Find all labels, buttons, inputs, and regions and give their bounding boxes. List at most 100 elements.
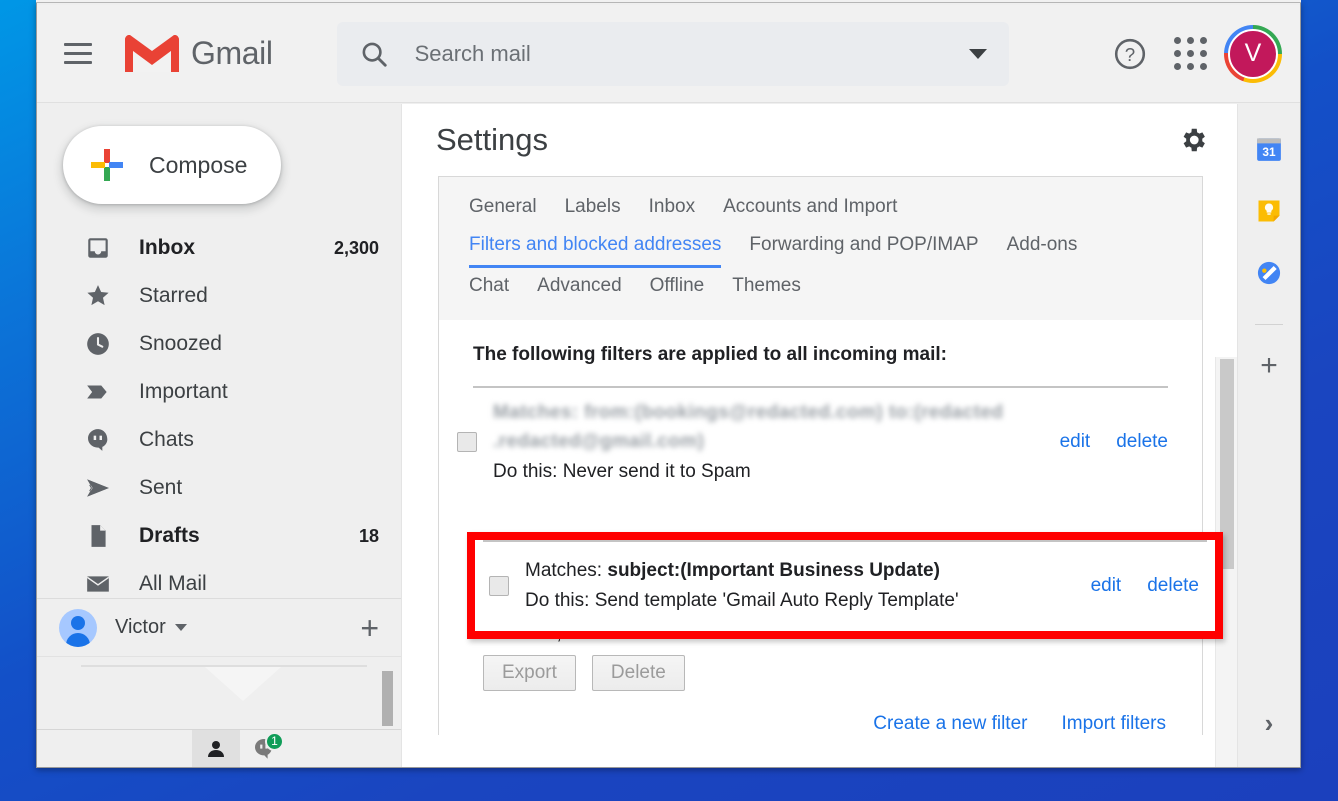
gmail-m-icon <box>125 34 179 72</box>
export-button[interactable]: Export <box>483 655 576 692</box>
tab-filters-and-blocked-addresses[interactable]: Filters and blocked addresses <box>469 227 722 268</box>
add-side-panel-app-button[interactable]: + <box>1260 351 1278 381</box>
hangouts-bar-spacer <box>37 730 192 768</box>
edit-filter-link[interactable]: edit <box>1060 431 1091 453</box>
settings-tab-row-1: General Labels Inbox Accounts and Import <box>469 189 1172 227</box>
delete-filter-link[interactable]: delete <box>1116 431 1168 453</box>
account-row[interactable]: Victor + <box>37 598 401 656</box>
sidebar-item-count: 18 <box>358 525 379 546</box>
star-icon <box>83 281 113 311</box>
filter-action-text: Do this: Never send it to Spam <box>493 460 751 482</box>
filters-heading: The following filters are applied to all… <box>473 344 947 365</box>
chevron-down-icon[interactable] <box>174 624 187 631</box>
filter-actions: edit delete <box>1060 431 1168 453</box>
tab-advanced[interactable]: Advanced <box>537 268 622 306</box>
search-options-chevron-down-icon[interactable] <box>968 48 987 59</box>
sidebar-item-inbox[interactable]: Inbox 2,300 <box>37 224 401 272</box>
table-row: Matches: from:(bookings@redacted.com) to… <box>439 388 1202 496</box>
tab-add-ons[interactable]: Add-ons <box>1007 227 1078 265</box>
sidebar-item-starred[interactable]: Starred <box>37 272 401 320</box>
filter-matches-prefix: Matches: <box>525 560 608 582</box>
edit-filter-link[interactable]: edit <box>1091 575 1122 597</box>
import-filters-link[interactable]: Import filters <box>1061 713 1166 735</box>
avatar-letter: V <box>1228 28 1278 79</box>
browser-top-strip <box>36 0 1301 3</box>
tab-themes[interactable]: Themes <box>732 268 801 306</box>
settings-tab-row-2: Filters and blocked addresses Forwarding… <box>469 227 1172 268</box>
settings-gear-button[interactable] <box>1171 118 1215 162</box>
account-avatar-icon <box>59 608 97 647</box>
right-side-panel: 31 + › <box>1237 104 1300 767</box>
search-input[interactable] <box>414 40 969 67</box>
contacts-tab[interactable] <box>192 729 240 767</box>
rail-divider <box>1255 324 1283 325</box>
menu-icon[interactable] <box>55 31 101 77</box>
tab-labels[interactable]: Labels <box>565 189 621 227</box>
tasks-icon[interactable] <box>1252 256 1286 290</box>
sidebar-item-all-mail[interactable]: All Mail <box>37 560 401 598</box>
filter-matches-redacted-line1: Matches: from:(bookings@redacted.com) to… <box>493 402 1004 423</box>
page-title: Settings <box>436 122 549 157</box>
sidebar-item-important[interactable]: Important <box>37 368 401 416</box>
gmail-logo[interactable]: Gmail <box>123 32 273 76</box>
keep-icon[interactable] <box>1252 194 1286 228</box>
filter-description: Matches: from:(bookings@redacted.com) to… <box>493 398 1040 486</box>
compose-button[interactable]: Compose <box>63 126 281 204</box>
filter-checkbox[interactable] <box>489 575 509 596</box>
help-button[interactable]: ? <box>1104 28 1156 80</box>
hangouts-panel <box>37 656 401 729</box>
label-icon <box>83 377 113 407</box>
search-bar[interactable] <box>336 21 1009 86</box>
sidebar-item-label: Starred <box>139 284 208 307</box>
tab-offline[interactable]: Offline <box>650 268 705 306</box>
settings-tabs: General Labels Inbox Accounts and Import… <box>439 177 1202 320</box>
compose-label: Compose <box>149 151 248 178</box>
add-account-button[interactable]: + <box>360 612 379 644</box>
hangouts-scrollbar-thumb[interactable] <box>382 671 393 726</box>
calendar-icon[interactable]: 31 <box>1252 132 1286 166</box>
google-apps-button[interactable] <box>1164 28 1216 80</box>
gmail-header: Gmail ? V <box>37 5 1300 103</box>
left-sidebar: Compose Inbox 2,300 Starred Snoozed Impo… <box>37 104 401 598</box>
sidebar-item-chats[interactable]: Chats <box>37 416 401 464</box>
filter-actions: edit delete <box>1091 575 1199 597</box>
tab-forwarding-and-pop-imap[interactable]: Forwarding and POP/IMAP <box>749 227 978 265</box>
clock-icon <box>83 329 113 359</box>
sidebar-item-label: Snoozed <box>139 332 222 355</box>
filter-matches-line: Matches: subject:(Important Business Upd… <box>525 560 940 581</box>
filter-matches-criteria: subject:(Important Business Update) <box>607 560 940 582</box>
tab-inbox[interactable]: Inbox <box>649 189 695 227</box>
sidebar-item-drafts[interactable]: Drafts 18 <box>37 512 401 560</box>
tab-general[interactable]: General <box>469 189 537 227</box>
avatar[interactable]: V <box>1224 24 1282 83</box>
hangouts-tab-bar: 1 <box>37 729 401 767</box>
hangouts-badge: 1 <box>265 731 284 751</box>
delete-button[interactable]: Delete <box>591 655 685 692</box>
tab-accounts-and-import[interactable]: Accounts and Import <box>723 189 897 227</box>
hangouts-tab[interactable]: 1 <box>240 730 288 768</box>
highlighted-filter-row[interactable]: Matches: subject:(Important Business Upd… <box>467 532 1223 639</box>
document-icon <box>83 521 113 551</box>
gmail-wordmark: Gmail <box>191 35 273 71</box>
sidebar-item-label: All Mail <box>139 572 207 595</box>
plus-icon <box>91 149 123 181</box>
filters-panel: The following filters are applied to all… <box>439 320 1202 736</box>
filter-matches-redacted-line2: .redacted@gmail.com) <box>493 431 705 453</box>
sidebar-item-label: Sent <box>139 476 183 499</box>
settings-tab-row-3: Chat Advanced Offline Themes <box>469 268 1172 306</box>
filter-bottom-links: Create a new filter Import filters <box>439 691 1202 735</box>
sidebar-item-label: Chats <box>139 428 194 451</box>
delete-filter-link[interactable]: delete <box>1147 575 1199 597</box>
send-icon <box>83 473 113 503</box>
sidebar-item-sent[interactable]: Sent <box>37 464 401 512</box>
filter-checkbox[interactable] <box>457 432 477 453</box>
tab-chat[interactable]: Chat <box>469 268 509 306</box>
question-mark-icon: ? <box>1114 38 1146 69</box>
sidebar-item-snoozed[interactable]: Snoozed <box>37 320 401 368</box>
sidebar-item-count: 2,300 <box>333 237 379 258</box>
search-icon <box>362 42 387 67</box>
filter-buttons: Export Delete <box>439 645 1202 692</box>
expand-side-panel-chevron-right-icon[interactable]: › <box>1265 708 1274 739</box>
create-new-filter-link[interactable]: Create a new filter <box>873 713 1027 735</box>
filter-action-text: Do this: Send template 'Gmail Auto Reply… <box>525 589 959 611</box>
